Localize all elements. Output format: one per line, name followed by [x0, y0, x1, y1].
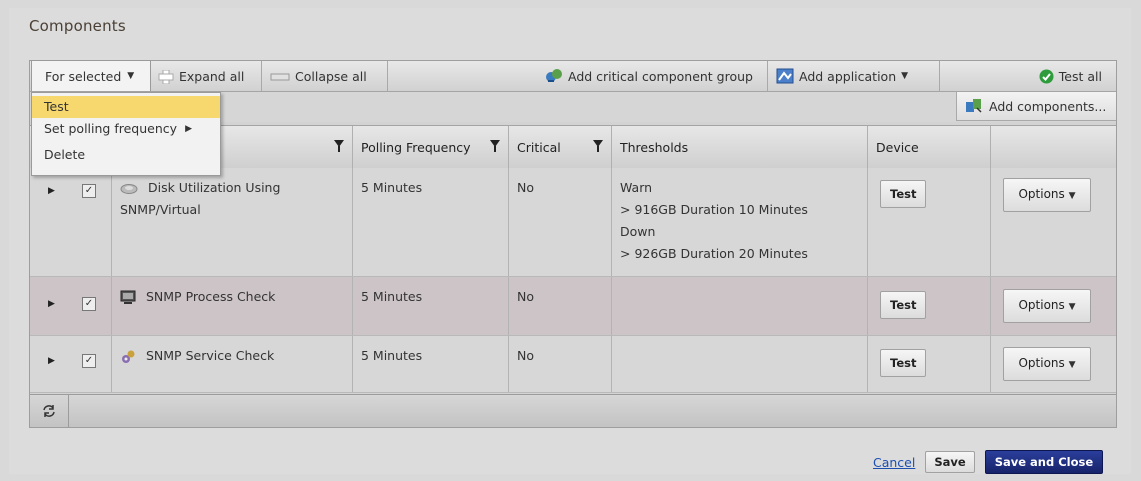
- actions-cell: Options ▼: [990, 336, 1116, 392]
- chevron-down-icon: ▼: [1068, 360, 1076, 370]
- test-button[interactable]: Test: [880, 349, 927, 377]
- expand-row-icon[interactable]: ▶: [48, 186, 55, 196]
- options-label: Options: [1018, 298, 1065, 312]
- checkmark-icon: [1039, 68, 1054, 84]
- header-thresholds: Thresholds: [611, 126, 867, 168]
- polling-cell: 5 Minutes: [352, 277, 508, 335]
- collapse-all-label: Collapse all: [295, 68, 367, 84]
- component-name-cell: SNMP Service Check: [111, 336, 352, 392]
- threshold-down-label: Down: [620, 224, 656, 239]
- add-application-label: Add application: [799, 68, 897, 84]
- add-components-label: Add components...: [989, 98, 1107, 114]
- table-row[interactable]: ▶ ✓ SNMP Process Check 5 Minutes No Test…: [30, 277, 1116, 336]
- add-components-button[interactable]: Add components...: [956, 92, 1116, 121]
- test-all-label: Test all: [1058, 68, 1102, 84]
- device-cell: Test: [867, 168, 990, 276]
- header-device: Device: [867, 126, 990, 168]
- chevron-down-icon: ▼: [1068, 302, 1076, 312]
- component-name: Disk Utilization Using: [147, 180, 281, 195]
- process-icon: [120, 289, 140, 304]
- filter-icon[interactable]: [334, 140, 344, 152]
- collapse-icon: [270, 69, 290, 84]
- threshold-down-value: > 926GB Duration 20 Minutes: [620, 246, 808, 261]
- test-button[interactable]: Test: [880, 291, 927, 319]
- header-thresholds-label: Thresholds: [620, 139, 689, 155]
- actions-cell: Options ▼: [990, 168, 1116, 276]
- header-polling-frequency: Polling Frequency: [352, 126, 508, 168]
- chevron-down-icon: ▼: [1068, 191, 1076, 201]
- row-checkbox[interactable]: ✓: [82, 184, 96, 198]
- application-icon: [776, 68, 794, 85]
- polling-cell: 5 Minutes: [352, 336, 508, 392]
- save-and-close-button[interactable]: Save and Close: [984, 450, 1104, 474]
- filter-icon[interactable]: [490, 140, 500, 152]
- add-critical-group-label: Add critical component group: [567, 68, 753, 84]
- options-label: Options: [1018, 187, 1065, 201]
- header-actions: [990, 126, 1116, 168]
- chevron-down-icon: ▼: [901, 71, 909, 81]
- table-row[interactable]: ▶ ✓ SNMP Service Check 5 Minutes No Test…: [30, 336, 1116, 393]
- menu-item-label: Set polling frequency: [44, 121, 178, 136]
- header-device-label: Device: [876, 139, 919, 155]
- component-name-line2: SNMP/Virtual: [120, 202, 201, 217]
- test-all-button[interactable]: Test all: [940, 61, 1116, 91]
- refresh-icon[interactable]: [30, 395, 69, 427]
- device-cell: Test: [867, 277, 990, 335]
- page-title: Components: [29, 17, 126, 35]
- menu-item-delete[interactable]: Delete: [32, 144, 220, 166]
- for-selected-menu: Test Set polling frequency ▶ Delete: [31, 92, 221, 176]
- cancel-link[interactable]: Cancel: [873, 455, 915, 470]
- actions-cell: Options ▼: [990, 277, 1116, 335]
- component-name: SNMP Service Check: [145, 348, 275, 363]
- chevron-down-icon: ▼: [127, 71, 135, 81]
- thresholds-cell: Warn > 916GB Duration 10 Minutes Down > …: [611, 168, 867, 276]
- component-name-cell: Disk Utilization Using SNMP/Virtual: [111, 168, 352, 276]
- menu-item-test[interactable]: Test: [32, 96, 220, 118]
- grid-footer: [30, 394, 1116, 427]
- table-row[interactable]: ▶ ✓ Disk Utilization Using SNMP/Virtual …: [30, 168, 1116, 277]
- component-name-cell: SNMP Process Check: [111, 277, 352, 335]
- test-button[interactable]: Test: [880, 180, 927, 208]
- service-icon: [120, 348, 140, 363]
- chevron-right-icon: ▶: [185, 124, 192, 134]
- component-name: SNMP Process Check: [145, 289, 276, 304]
- thresholds-cell: [611, 277, 867, 335]
- expand-row-icon[interactable]: ▶: [48, 356, 55, 366]
- group-icon: [545, 68, 563, 85]
- menu-item-set-polling-frequency[interactable]: Set polling frequency ▶: [32, 118, 220, 140]
- expand-all-label: Expand all: [179, 68, 245, 84]
- toolbar: Expand all Collapse all Add critical com…: [30, 61, 1116, 92]
- disk-icon: [120, 180, 142, 195]
- header-critical-label: Critical: [517, 139, 561, 155]
- add-critical-group-button[interactable]: Add critical component group: [388, 61, 768, 91]
- save-button[interactable]: Save: [925, 451, 975, 473]
- expand-icon: [158, 68, 174, 85]
- critical-cell: No: [508, 168, 611, 276]
- row-checkbox[interactable]: ✓: [82, 297, 96, 311]
- expand-row-icon[interactable]: ▶: [48, 299, 55, 309]
- polling-cell: 5 Minutes: [352, 168, 508, 276]
- components-icon: [965, 98, 983, 115]
- thresholds-cell: [611, 336, 867, 392]
- filter-icon[interactable]: [593, 140, 603, 152]
- device-cell: Test: [867, 336, 990, 392]
- threshold-warn-value: > 916GB Duration 10 Minutes: [620, 202, 808, 217]
- collapse-all-button[interactable]: Collapse all: [262, 61, 388, 91]
- row-checkbox[interactable]: ✓: [82, 354, 96, 368]
- add-application-button[interactable]: Add application ▼: [768, 61, 940, 91]
- header-polling-label: Polling Frequency: [361, 139, 471, 155]
- options-button[interactable]: Options ▼: [1003, 347, 1091, 381]
- options-button[interactable]: Options ▼: [1003, 289, 1091, 323]
- expand-all-button[interactable]: Expand all: [150, 61, 262, 91]
- form-actions: Cancel Save Save and Close: [873, 450, 1104, 474]
- threshold-warn-label: Warn: [620, 180, 653, 195]
- critical-cell: No: [508, 336, 611, 392]
- for-selected-button[interactable]: For selected ▼: [31, 60, 151, 91]
- for-selected-label: For selected: [45, 68, 122, 84]
- header-critical: Critical: [508, 126, 611, 168]
- options-label: Options: [1018, 356, 1065, 370]
- options-button[interactable]: Options ▼: [1003, 178, 1091, 212]
- critical-cell: No: [508, 277, 611, 335]
